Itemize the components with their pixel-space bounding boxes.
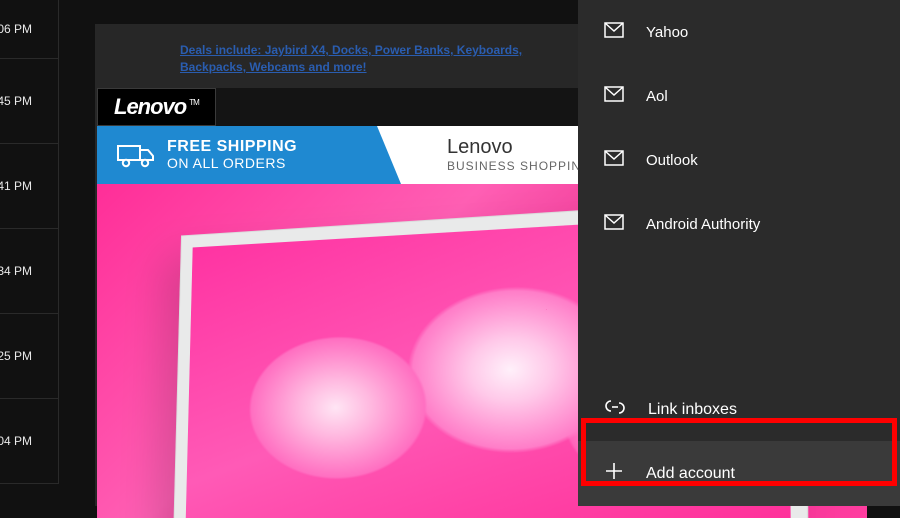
link-inboxes-label: Link inboxes (648, 401, 737, 419)
account-label: Android Authority (646, 216, 760, 233)
account-item-aol[interactable]: Aol (578, 64, 900, 128)
accounts-flyout: Yahoo Aol Outlook Android Authority Link… (578, 0, 900, 506)
trademark: TM (189, 98, 199, 107)
message-cell[interactable]: :45 PM (0, 59, 59, 144)
add-account-label: Add account (646, 465, 735, 483)
message-time: :25 PM (0, 349, 32, 363)
message-time: :04 PM (0, 434, 32, 448)
plus-icon (604, 461, 624, 486)
account-item-outlook[interactable]: Outlook (578, 128, 900, 192)
account-label: Aol (646, 88, 668, 105)
message-cell[interactable]: :41 PM (0, 144, 59, 229)
ship-text: FREE SHIPPING ON ALL ORDERS (167, 139, 297, 170)
lenovo-logo[interactable]: LenovoTM (97, 88, 216, 126)
ship-sub: BUSINESS SHOPPING (447, 159, 591, 173)
message-time: :34 PM (0, 264, 32, 278)
message-time: :45 PM (0, 94, 32, 108)
message-time: :06 PM (0, 22, 32, 36)
mail-icon (604, 22, 624, 42)
ship-line2: ON ALL ORDERS (167, 156, 297, 171)
message-cell[interactable]: :04 PM (0, 399, 59, 484)
truck-icon (117, 142, 155, 168)
add-account-button[interactable]: Add account (578, 441, 900, 506)
account-label: Outlook (646, 152, 698, 169)
ship-brand: Lenovo (447, 136, 513, 159)
account-label: Yahoo (646, 24, 688, 41)
message-time: :41 PM (0, 179, 32, 193)
link-icon (604, 398, 626, 421)
link-inboxes-button[interactable]: Link inboxes (578, 378, 900, 441)
message-cell[interactable]: :34 PM (0, 229, 59, 314)
message-cell[interactable]: :25 PM (0, 314, 59, 399)
mail-icon (604, 86, 624, 106)
mail-icon (604, 150, 624, 170)
account-item-yahoo[interactable]: Yahoo (578, 0, 900, 64)
mail-icon (604, 214, 624, 234)
flyout-spacer (578, 256, 900, 378)
message-cell[interactable]: :06 PM (0, 0, 59, 59)
brand-text: Lenovo (114, 94, 186, 120)
ship-line1: FREE SHIPPING (167, 139, 297, 156)
deal-link[interactable]: Deals include: Jaybird X4, Docks, Power … (95, 24, 655, 88)
message-list-column: :06 PM :45 PM :41 PM :34 PM :25 PM :04 P… (0, 0, 59, 506)
ship-left: FREE SHIPPING ON ALL ORDERS (97, 126, 377, 184)
account-item-android-authority[interactable]: Android Authority (578, 192, 900, 256)
